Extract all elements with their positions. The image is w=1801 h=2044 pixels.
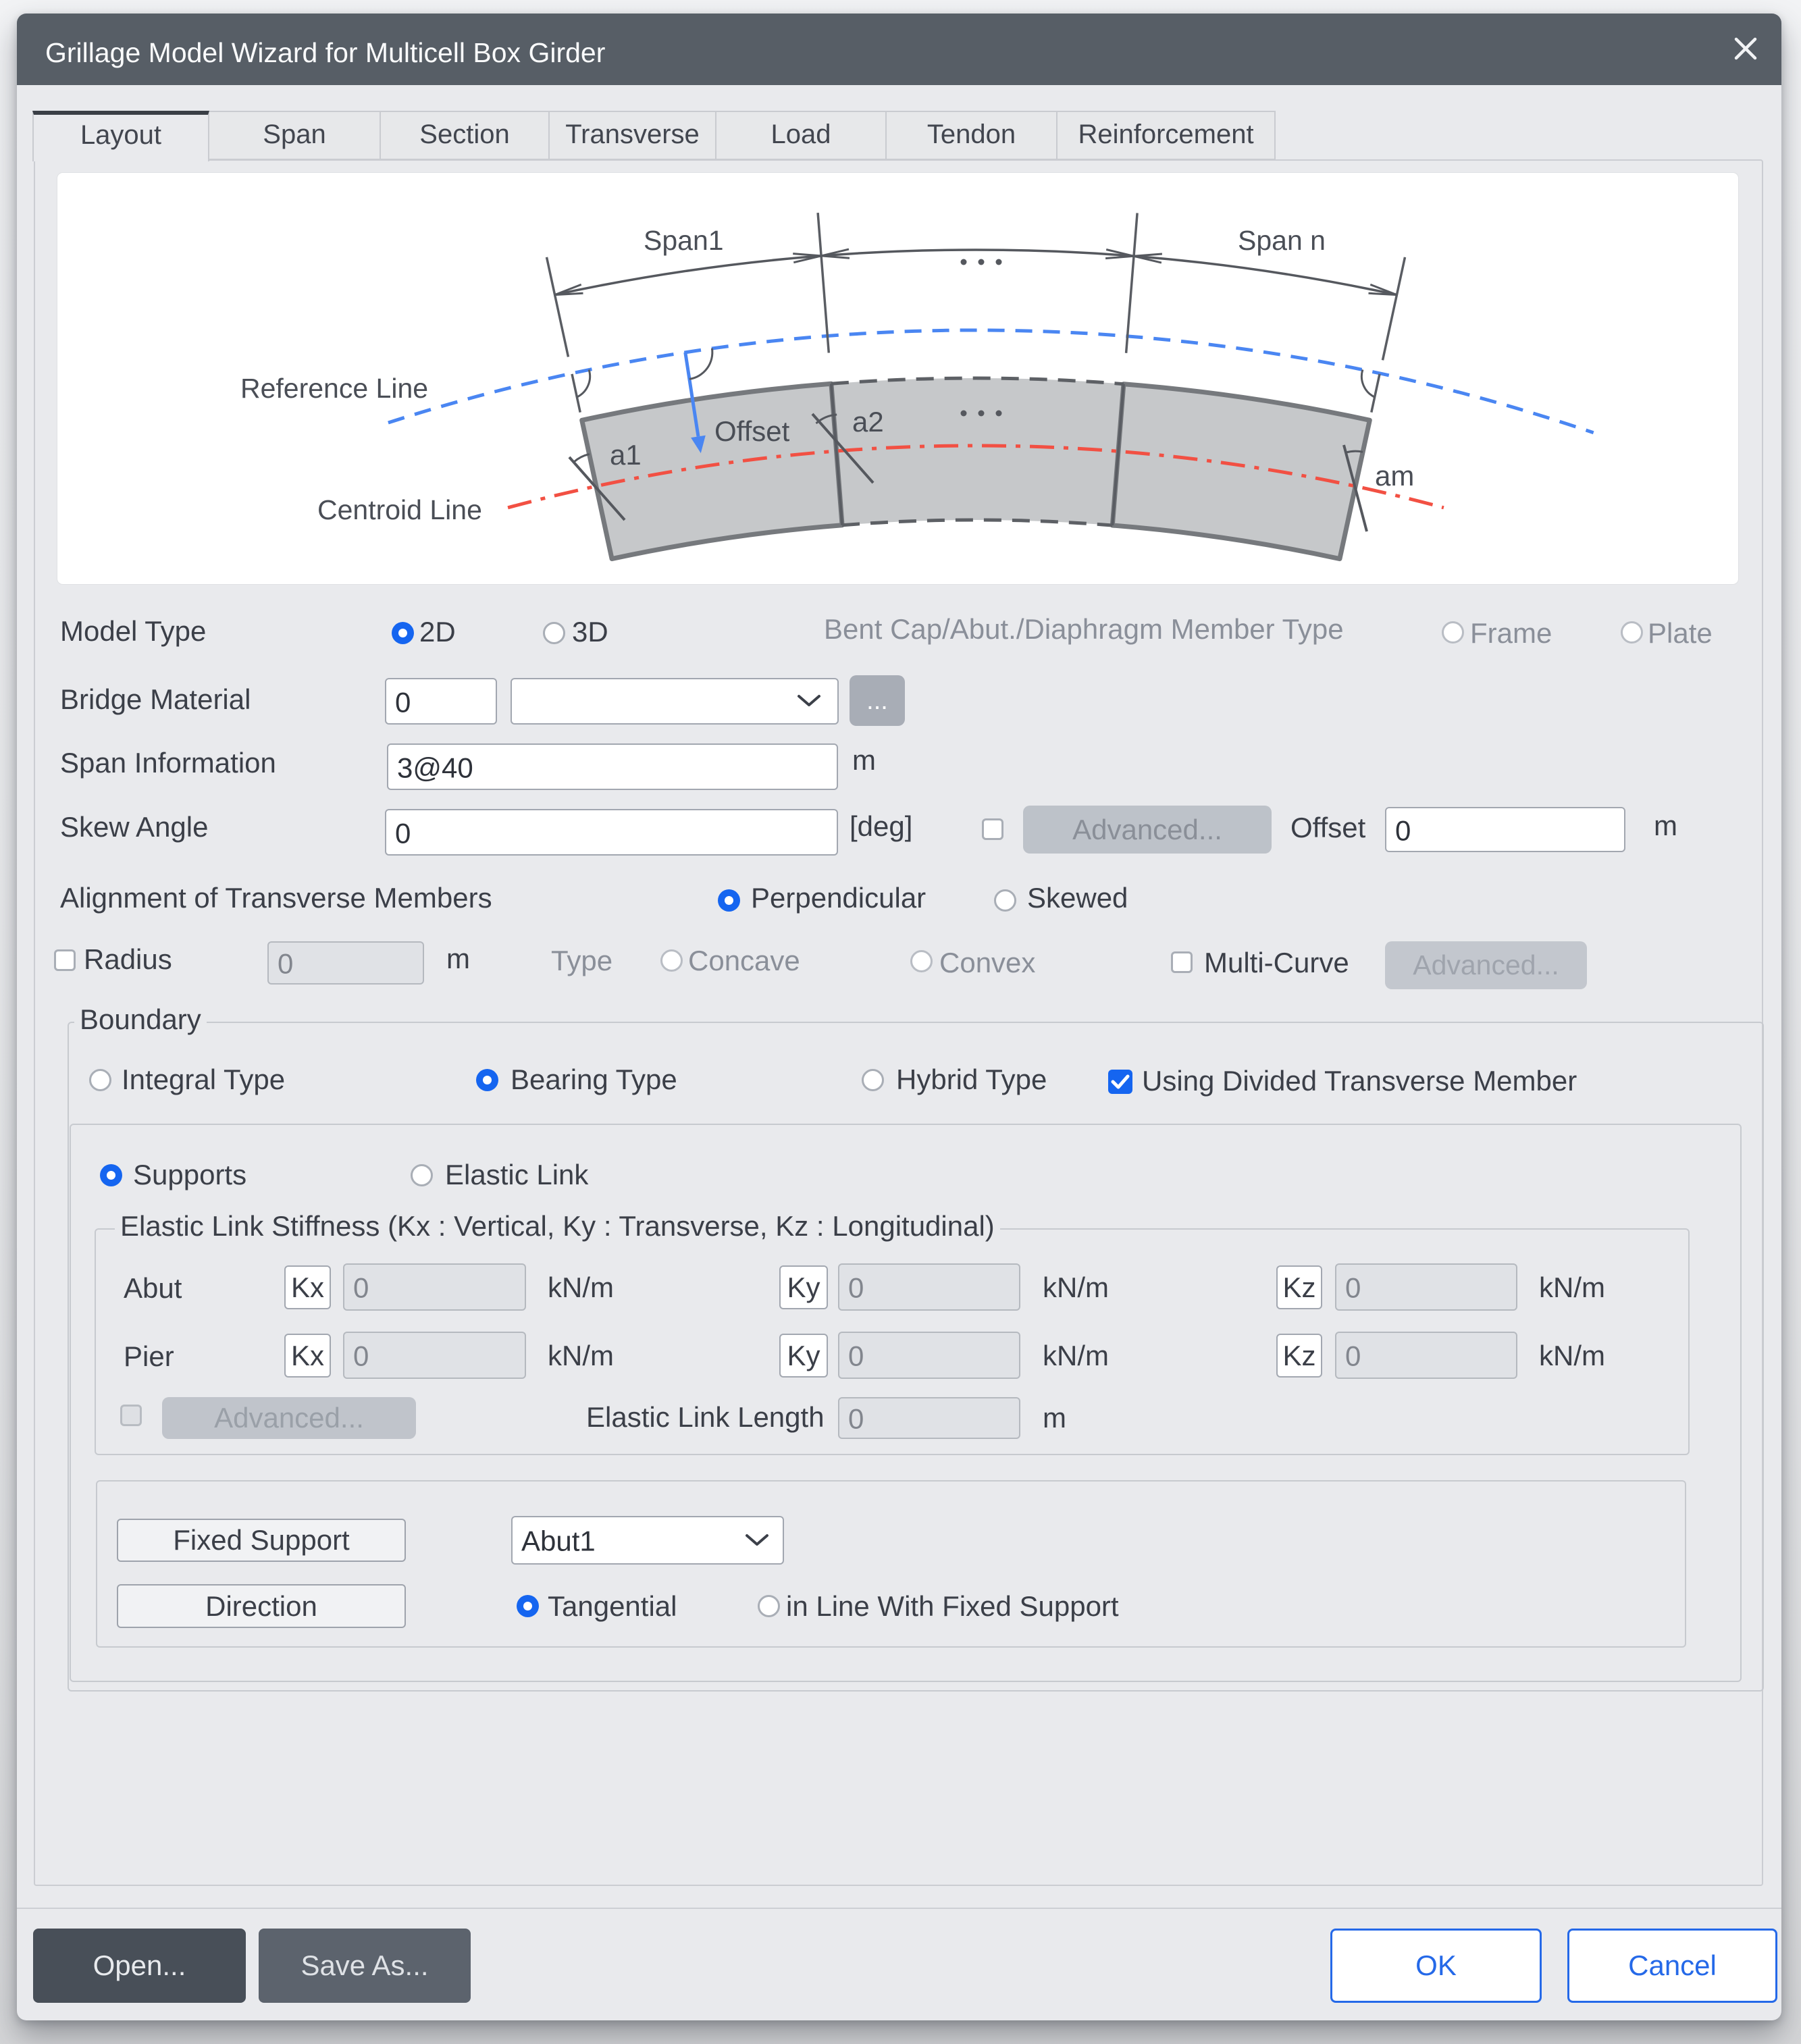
svg-text:Offset: Offset [714,415,790,447]
svg-text:Centroid Line: Centroid Line [317,494,482,525]
svg-text:Span1: Span1 [644,225,724,256]
svg-text:am: am [1375,460,1414,492]
svg-text:a1: a1 [610,439,642,471]
svg-text:Reference Line: Reference Line [240,373,428,404]
svg-text:a2: a2 [852,406,884,438]
svg-text:Span n: Span n [1238,225,1326,256]
